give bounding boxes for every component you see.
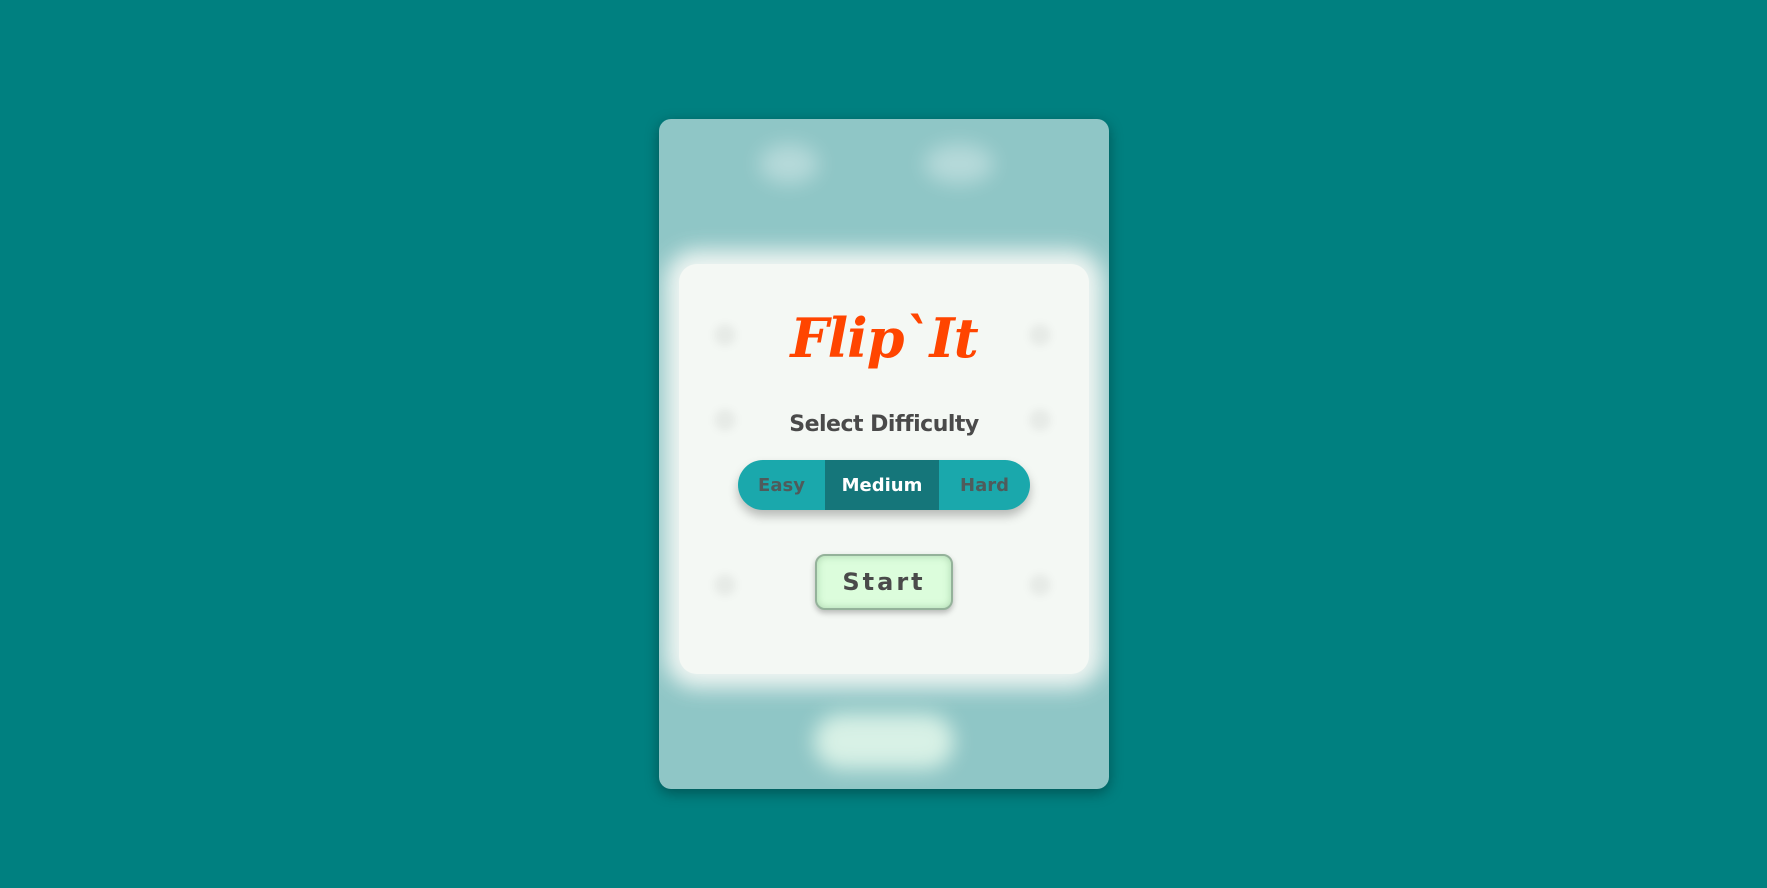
difficulty-selector: Easy Medium Hard xyxy=(738,460,1030,510)
start-button[interactable]: Start xyxy=(815,554,953,610)
game-title: Flip`It xyxy=(790,306,978,370)
difficulty-hard-option[interactable]: Hard xyxy=(939,460,1030,510)
difficulty-medium-option[interactable]: Medium xyxy=(825,460,939,510)
game-card: Flip`It Select Difficulty Easy Medium Ha… xyxy=(659,119,1109,789)
start-menu: Flip`It Select Difficulty Easy Medium Ha… xyxy=(659,119,1109,789)
difficulty-easy-option[interactable]: Easy xyxy=(738,460,825,510)
difficulty-heading: Select Difficulty xyxy=(789,412,979,437)
